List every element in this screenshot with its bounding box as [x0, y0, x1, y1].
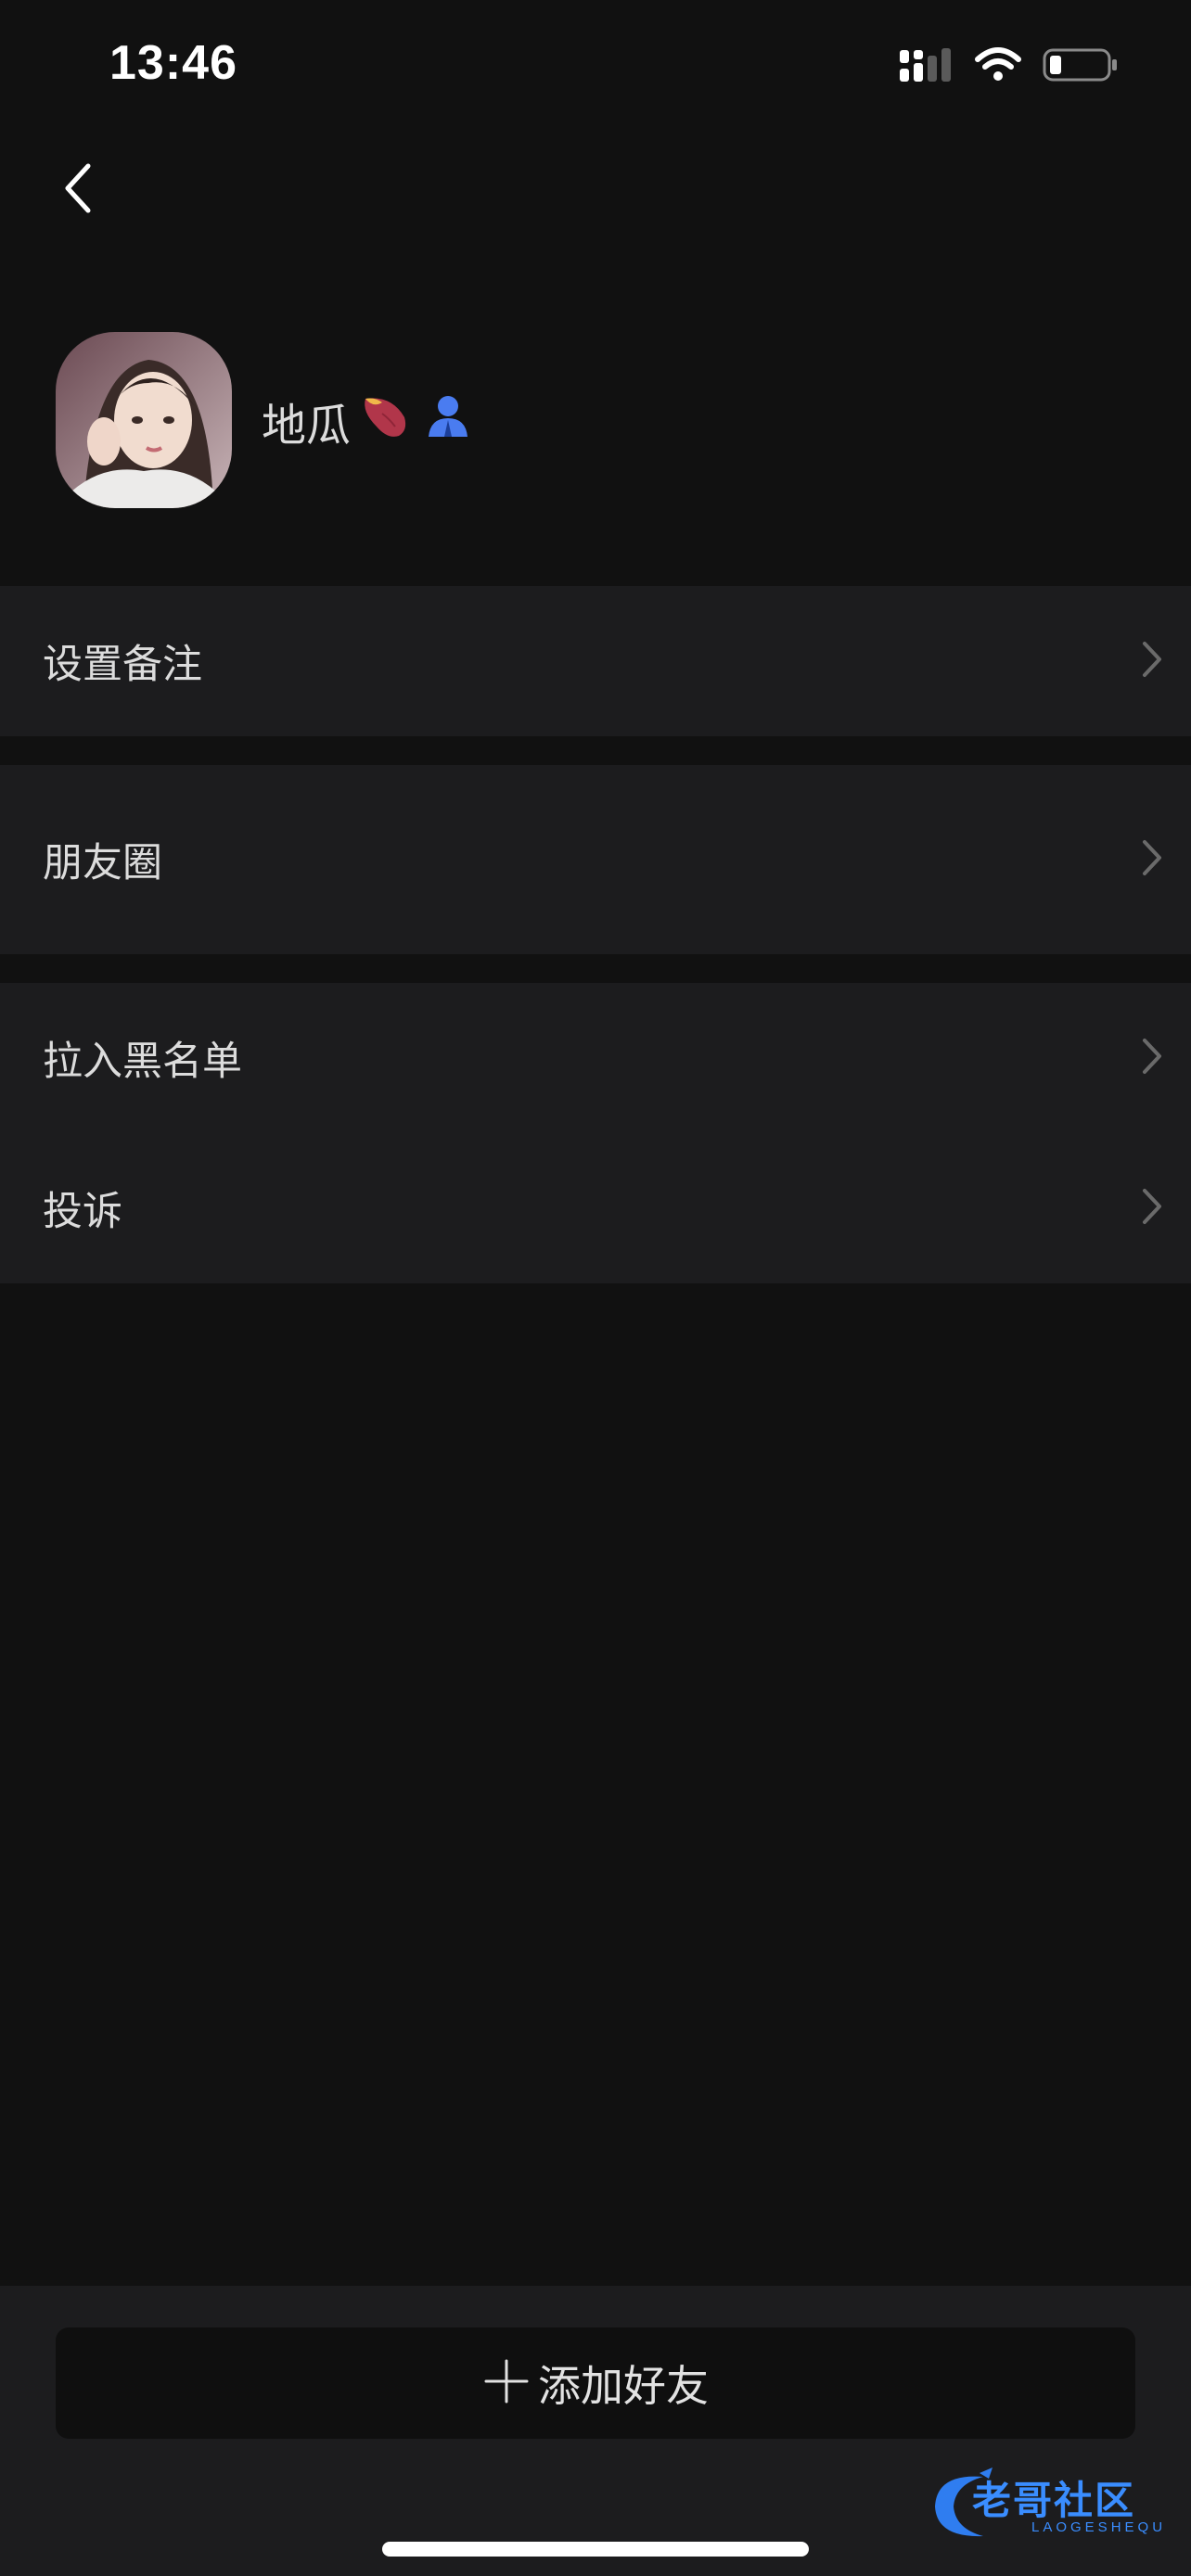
remark-group: 设置备注: [0, 586, 1191, 736]
avatar[interactable]: [56, 332, 232, 508]
watermark-title: 老哥社区: [972, 2478, 1136, 2523]
chevron-right-icon: [1141, 1187, 1163, 1230]
add-friend-button[interactable]: 添加好友: [56, 2327, 1135, 2439]
actions-group: 拉入黑名单 投诉: [0, 983, 1191, 1283]
battery-icon: [1043, 46, 1119, 87]
blacklist-label: 拉入黑名单: [43, 1039, 242, 1085]
cellular-signal-icon: [898, 46, 954, 87]
set-remark-row[interactable]: 设置备注: [0, 586, 1191, 736]
set-remark-label: 设置备注: [43, 642, 202, 688]
status-bar: 13:46: [0, 0, 1191, 139]
moments-row[interactable]: 朋友圈: [0, 765, 1191, 954]
person-badge-icon: [423, 390, 473, 452]
home-indicator[interactable]: [382, 2542, 809, 2557]
chevron-left-icon: [60, 160, 97, 220]
status-icons: [898, 46, 1119, 87]
chevron-right-icon: [1141, 640, 1163, 682]
moments-group: 朋友圈: [0, 765, 1191, 954]
status-time: 13:46: [109, 36, 237, 90]
report-row[interactable]: 投诉: [0, 1133, 1191, 1283]
watermark-subtitle: LAOGESHEQU: [1031, 2519, 1167, 2535]
display-name: 地瓜: [262, 400, 352, 452]
moments-label: 朋友圈: [43, 840, 162, 886]
profile-name: 地瓜: [262, 386, 473, 456]
watermark: 老哥社区 LAOGESHEQU: [928, 2464, 1187, 2547]
report-label: 投诉: [43, 1189, 122, 1235]
chevron-right-icon: [1141, 1037, 1163, 1079]
bottom-bar: 添加好友 老哥社区 LAOGESHEQU: [0, 2286, 1191, 2576]
blacklist-row[interactable]: 拉入黑名单: [0, 983, 1191, 1133]
sweet-potato-icon: [354, 386, 414, 456]
profile-header: 地瓜: [0, 315, 1191, 547]
back-button[interactable]: [46, 153, 111, 227]
add-friend-label: 添加好友: [538, 2361, 709, 2411]
plus-icon: [482, 2357, 531, 2409]
chevron-right-icon: [1141, 838, 1163, 881]
wifi-icon: [974, 46, 1022, 87]
